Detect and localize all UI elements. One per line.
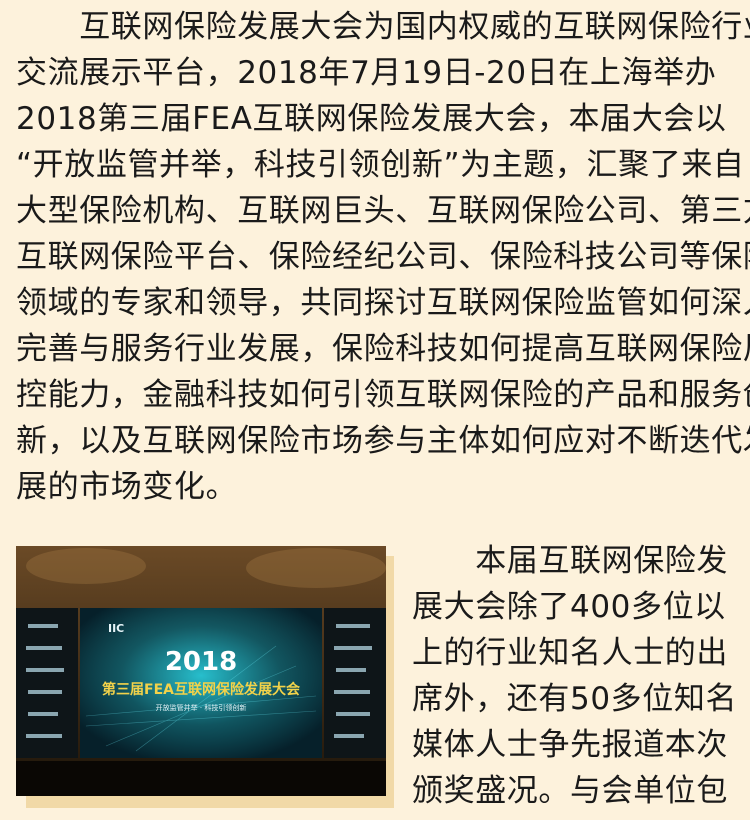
conference-photo: IIC 2018 第三届FEA互联网保险发展大会 开放监管并举 · 科技引领创新 — [16, 546, 394, 808]
paragraph-1-line-5: 大型保险机构、互联网巨头、互联网保险公司、第三方 — [16, 193, 750, 229]
article: 互联网保险发展大会为国内权威的互联网保险行业 交流展示平台，2018年7月19日… — [0, 0, 750, 820]
paragraph-1-line-3: 2018第三届FEA互联网保险发展大会，本届大会以 — [16, 101, 727, 137]
paragraph-2-line-3: 上的行业知名人士的出 — [412, 635, 728, 671]
paragraph-1-line-8: 完善与服务行业发展，保险科技如何提高互联网保险风 — [16, 331, 750, 367]
ceiling-light-left — [26, 548, 146, 584]
paragraph-1-line-2: 交流展示平台，2018年7月19日-20日在上海举办 — [16, 55, 717, 91]
audience-area — [16, 761, 386, 796]
paragraph-1-line-9: 控能力，金融科技如何引领互联网保险的产品和服务创 — [16, 377, 750, 413]
paragraph-2-line-5: 媒体人士争先报道本次 — [412, 727, 728, 763]
screen-slogan-text: 开放监管并举 · 科技引领创新 — [156, 703, 247, 712]
ceiling-light-right — [246, 548, 386, 588]
paragraph-2-line-4: 席外，还有50多位知名 — [412, 681, 738, 717]
paragraph-1-line-1: 互联网保险发展大会为国内权威的互联网保险行业 — [16, 9, 750, 45]
screen-title-text: 第三届FEA互联网保险发展大会 — [102, 681, 301, 698]
paragraph-2-line-2: 展大会除了400多位以 — [412, 589, 726, 625]
paragraph-1-line-6: 互联网保险平台、保险经纪公司、保险科技公司等保险 — [16, 239, 750, 275]
paragraph-1-line-10: 新，以及互联网保险市场参与主体如何应对不断迭代发 — [16, 423, 750, 459]
paragraph-2-line-6: 颁奖盛况。与会单位包 — [412, 773, 728, 809]
screen-year-text: 2018 — [165, 647, 237, 677]
conference-stage-image: IIC 2018 第三届FEA互联网保险发展大会 开放监管并举 · 科技引领创新 — [16, 546, 386, 796]
screen-logo-text: IIC — [108, 622, 124, 635]
paragraph-1-line-11: 展的市场变化。 — [16, 469, 238, 505]
paragraph-1-line-4: “开放监管并举，科技引领创新”为主题，汇聚了来自 — [16, 147, 745, 183]
paragraph-2-line-1: 本届互联网保险发 — [412, 543, 728, 579]
paragraph-1-line-7: 领域的专家和领导，共同探讨互联网保险监管如何深入 — [16, 285, 750, 321]
